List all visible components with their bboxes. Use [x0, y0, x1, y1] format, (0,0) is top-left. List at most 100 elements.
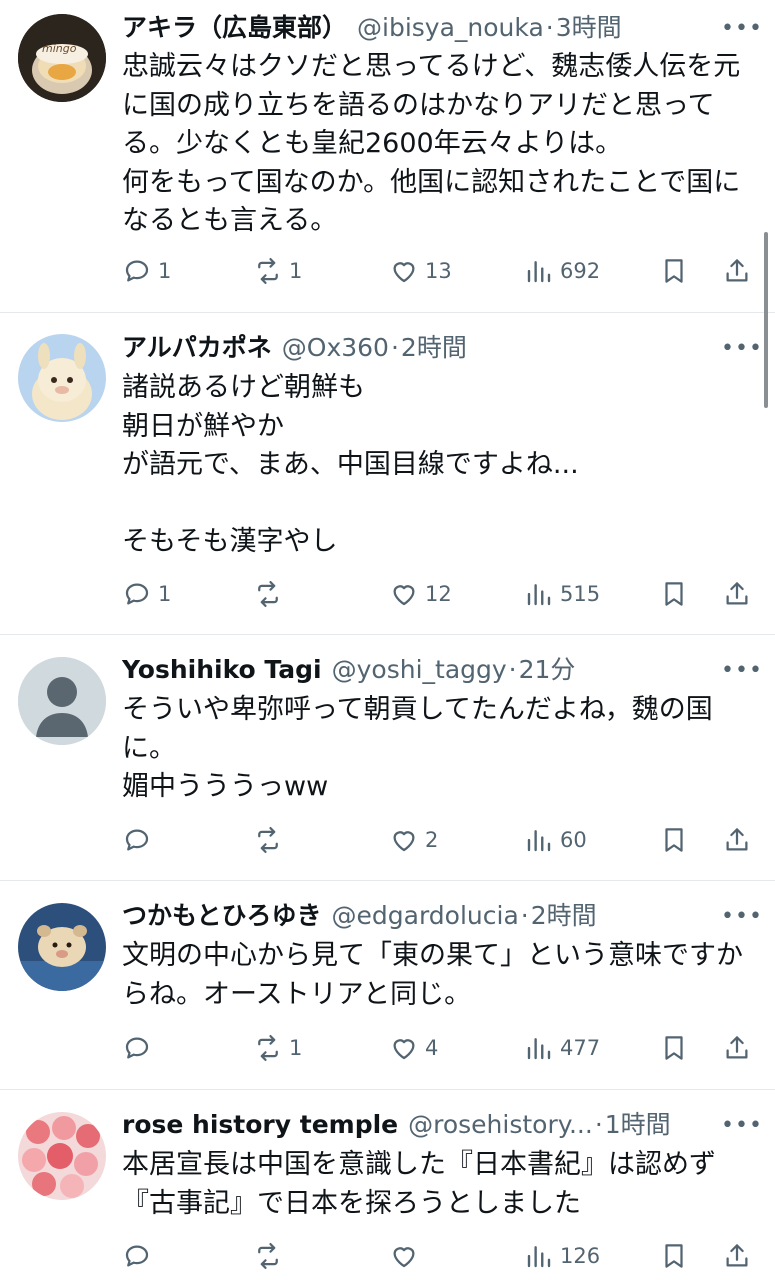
display-name[interactable]: アルパカポネ — [122, 328, 272, 368]
retweet-icon — [258, 1243, 278, 1269]
like-button[interactable]: 13 — [389, 251, 452, 291]
avatar[interactable] — [18, 334, 106, 422]
tweet[interactable]: mingo アキラ（広島東部） @ibisya_nouka · 3時間 ••• … — [0, 0, 775, 313]
tweet-actions: 1 12 515 — [0, 574, 775, 614]
tweet-text: 忠誠云々はクソだと思ってるけど、魏志倭人伝を元に国の成り立ちを語るのはかなりアリ… — [122, 51, 741, 236]
reply-icon — [125, 583, 149, 605]
reply-button[interactable]: 1 — [122, 574, 171, 614]
more-icon[interactable]: ••• — [721, 13, 762, 43]
more-icon[interactable]: ••• — [721, 901, 762, 931]
display-name[interactable]: アキラ（広島東部） — [122, 8, 347, 48]
share-button[interactable] — [722, 1236, 752, 1276]
view-count: 477 — [560, 1036, 601, 1060]
tweet[interactable]: Yoshihiko Tagi @yoshi_taggy · 21分 ••• そう… — [0, 635, 775, 881]
bookmark-button[interactable] — [659, 1236, 689, 1276]
views-button[interactable]: 515 — [524, 574, 600, 614]
timestamp[interactable]: 2時間 — [401, 328, 467, 368]
heart-icon — [393, 1039, 415, 1060]
avatar[interactable]: mingo — [18, 14, 106, 102]
retweet-button[interactable] — [253, 1236, 289, 1276]
heart-icon — [393, 1247, 415, 1268]
tweet[interactable]: アルパカポネ @Ox360 · 2時間 ••• 諸説あるけど朝鮮も 朝日が鮮やか… — [0, 313, 775, 635]
user-handle[interactable]: @ibisya_nouka — [357, 8, 544, 48]
retweet-icon — [258, 258, 278, 284]
tweet[interactable]: つかもとひろゆき @edgardolucia · 2時間 ••• 文明の中心から… — [0, 881, 775, 1090]
default-avatar-icon — [18, 657, 106, 745]
avatar[interactable] — [18, 1112, 106, 1200]
share-button[interactable] — [722, 1028, 752, 1068]
reply-button[interactable] — [122, 1236, 158, 1276]
display-name[interactable]: Yoshihiko Tagi — [122, 650, 322, 690]
like-button[interactable]: 2 — [389, 820, 438, 860]
retweet-count: 1 — [289, 1036, 303, 1060]
views-button[interactable]: 477 — [524, 1028, 600, 1068]
tweet-header: Yoshihiko Tagi @yoshi_taggy · 21分 — [122, 650, 715, 690]
bookmark-icon — [665, 582, 683, 606]
reply-button[interactable] — [122, 820, 158, 860]
avatar[interactable] — [18, 657, 106, 745]
like-button[interactable]: 12 — [389, 574, 452, 614]
reply-count: 1 — [158, 582, 172, 606]
share-icon — [726, 1036, 748, 1059]
tweet-actions: 1 1 13 692 — [0, 251, 775, 291]
timestamp[interactable]: 1時間 — [605, 1105, 671, 1145]
timestamp[interactable]: 21分 — [519, 650, 576, 690]
more-icon[interactable]: ••• — [721, 1110, 762, 1140]
tweet-text: 文明の中心から見て「東の果て」という意味ですからね。オーストリアと同じ。 — [122, 940, 743, 1010]
reply-icon — [125, 1037, 149, 1059]
views-icon — [527, 584, 551, 606]
bookmark-button[interactable] — [659, 1028, 689, 1068]
views-icon — [527, 1246, 551, 1268]
user-handle[interactable]: @Ox360 — [282, 328, 389, 368]
more-icon[interactable]: ••• — [721, 333, 762, 363]
like-button[interactable]: 4 — [389, 1028, 438, 1068]
views-button[interactable]: 126 — [524, 1236, 600, 1276]
retweet-button[interactable] — [253, 820, 289, 860]
bookmark-button[interactable] — [659, 820, 689, 860]
user-handle[interactable]: @yoshi_taggy — [332, 650, 507, 690]
retweet-icon — [258, 827, 278, 853]
separator-dot: · — [390, 333, 399, 362]
views-button[interactable]: 692 — [524, 251, 600, 291]
views-icon — [527, 1038, 551, 1060]
bookmark-button[interactable] — [659, 574, 689, 614]
tweet-actions: 2 60 — [0, 820, 775, 860]
views-icon — [527, 830, 551, 852]
heart-icon — [393, 585, 415, 606]
tweet[interactable]: rose history temple @rosehistory... · 1時… — [0, 1090, 775, 1280]
like-button[interactable] — [389, 1236, 425, 1276]
views-button[interactable]: 60 — [524, 820, 587, 860]
view-count: 60 — [560, 828, 587, 852]
retweet-button[interactable]: 1 — [253, 251, 302, 291]
share-icon — [726, 828, 748, 851]
share-icon — [726, 1244, 748, 1267]
bookmark-button[interactable] — [659, 251, 689, 291]
reply-icon — [125, 1245, 149, 1267]
scrollbar[interactable] — [764, 232, 768, 408]
display-name[interactable]: つかもとひろゆき — [122, 896, 322, 936]
retweet-count: 1 — [289, 259, 303, 283]
reply-button[interactable] — [122, 1028, 158, 1068]
reply-icon — [125, 260, 149, 282]
share-button[interactable] — [722, 574, 752, 614]
timestamp[interactable]: 3時間 — [556, 8, 622, 48]
share-button[interactable] — [722, 820, 752, 860]
timestamp[interactable]: 2時間 — [531, 896, 597, 936]
user-handle[interactable]: @rosehistory... — [408, 1105, 593, 1145]
more-icon[interactable]: ••• — [721, 655, 762, 685]
views-icon — [527, 261, 551, 283]
share-button[interactable] — [722, 251, 752, 291]
retweet-button[interactable]: 1 — [253, 1028, 302, 1068]
tweet-header: アルパカポネ @Ox360 · 2時間 — [122, 328, 715, 368]
like-count: 2 — [425, 828, 439, 852]
reply-count: 1 — [158, 259, 172, 283]
reply-button[interactable]: 1 — [122, 251, 171, 291]
display-name[interactable]: rose history temple — [122, 1105, 398, 1145]
like-count: 12 — [425, 582, 452, 606]
avatar[interactable] — [18, 903, 106, 991]
tweet-header: rose history temple @rosehistory... · 1時… — [122, 1105, 705, 1145]
avatar-logo-text: mingo — [42, 42, 77, 55]
avatar-image — [18, 1112, 106, 1200]
user-handle[interactable]: @edgardolucia — [332, 896, 519, 936]
retweet-button[interactable] — [253, 574, 289, 614]
